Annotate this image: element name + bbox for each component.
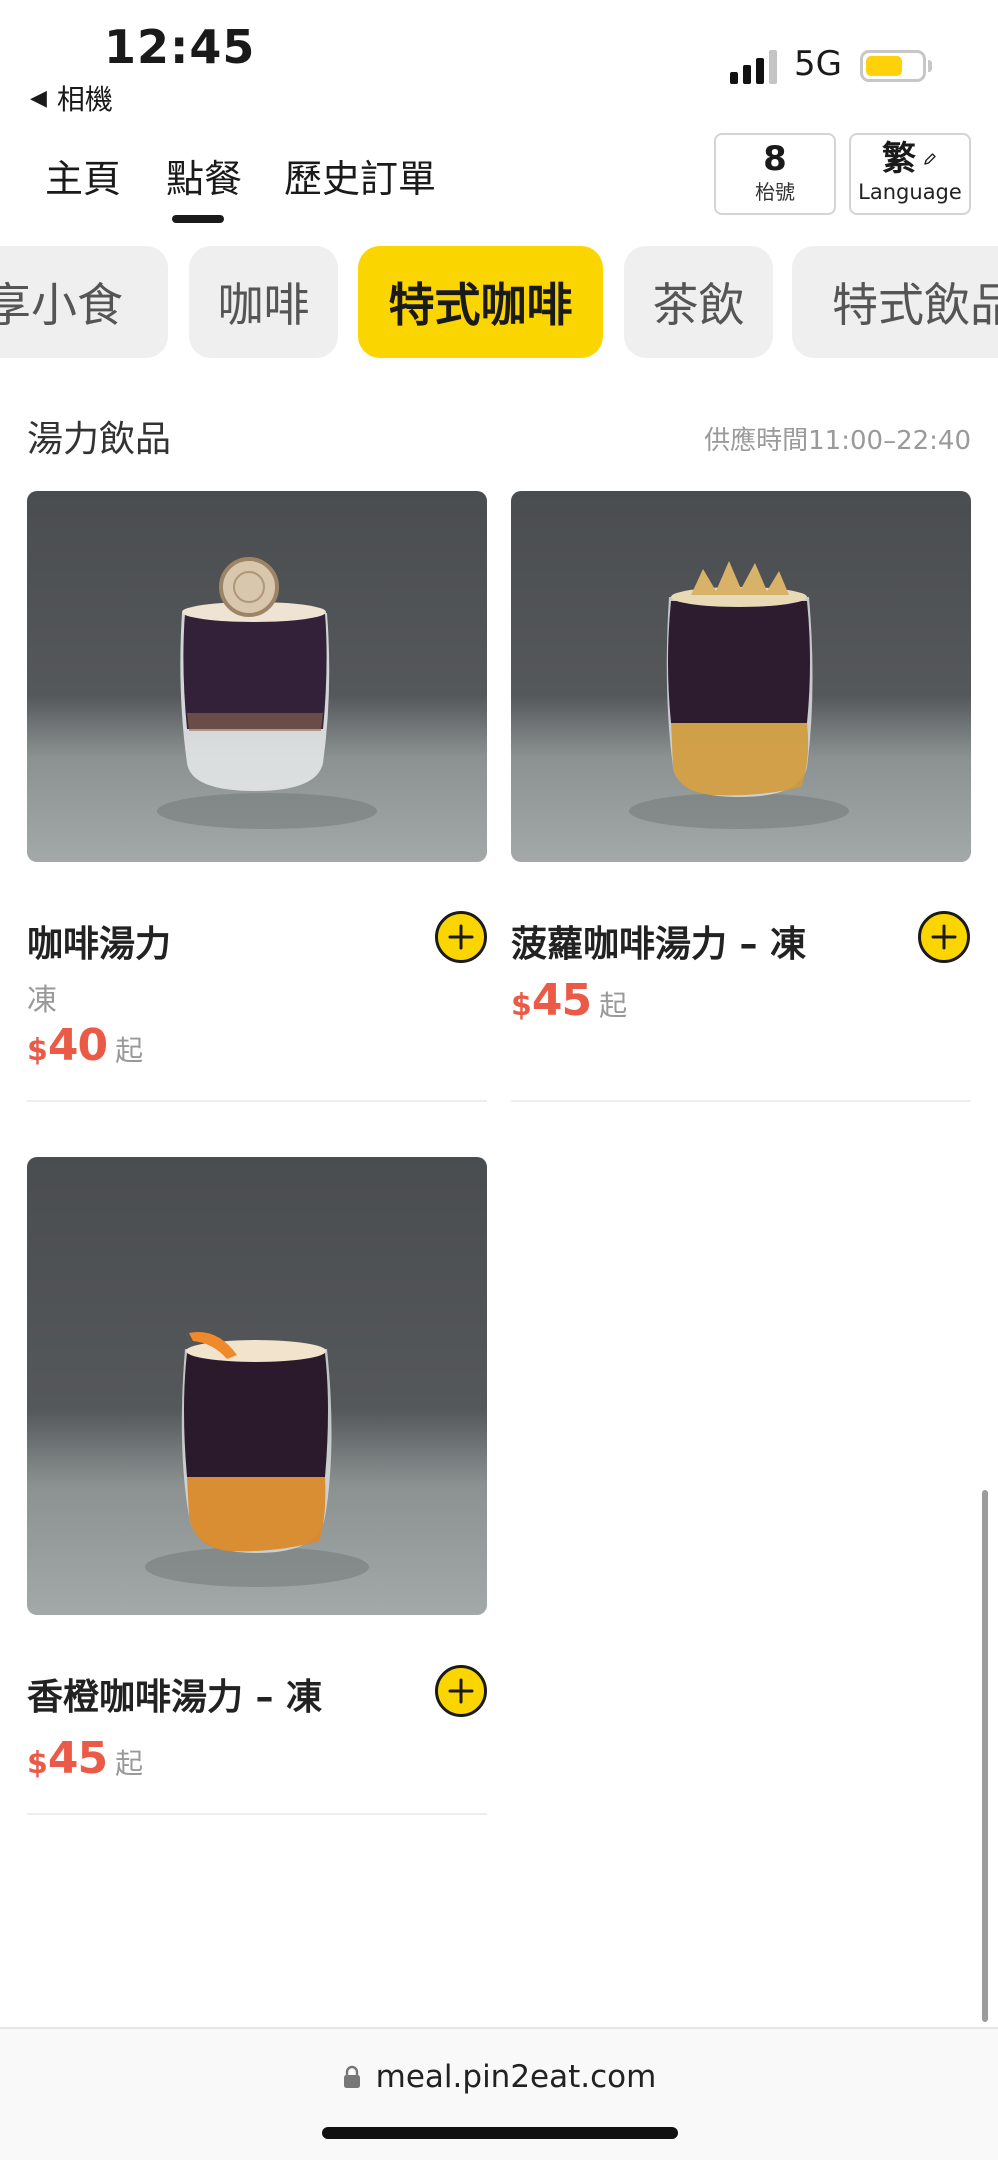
scrollbar[interactable] xyxy=(982,1490,988,2022)
product-image[interactable] xyxy=(27,491,487,862)
service-time: 供應時間11:00–22:40 xyxy=(704,426,971,456)
price-suffix: 起 xyxy=(115,1034,144,1067)
plus-icon xyxy=(448,1678,474,1704)
tab-home[interactable]: 主頁 xyxy=(45,148,121,203)
card-divider xyxy=(511,1100,971,1102)
category-chip-tea[interactable]: 茶飲 xyxy=(624,246,773,358)
price-value: 45 xyxy=(531,975,592,1026)
battery-fill xyxy=(866,56,902,76)
pineapple-coffee-tonic-photo xyxy=(629,561,849,829)
browser-bottom-bar: meal.pin2eat.com xyxy=(0,2027,998,2160)
price-value: 40 xyxy=(47,1020,108,1071)
product-price: $ 40 起 xyxy=(27,1020,143,1071)
add-to-cart-button[interactable] xyxy=(435,911,487,963)
orange-coffee-tonic-photo xyxy=(145,1331,369,1587)
active-tab-indicator xyxy=(172,215,224,223)
card-divider xyxy=(27,1100,487,1102)
url-text: meal.pin2eat.com xyxy=(375,2059,657,2095)
language-label: Language xyxy=(858,180,962,204)
product-name[interactable]: 菠蘿咖啡湯力 – 凍 xyxy=(511,915,806,967)
battery-cap xyxy=(928,60,932,72)
product-price: $ 45 起 xyxy=(511,975,627,1026)
plus-icon xyxy=(931,924,957,950)
battery-icon xyxy=(860,50,926,82)
back-app-label: 相機 xyxy=(56,83,113,116)
add-to-cart-button[interactable] xyxy=(435,1665,487,1717)
lock-icon xyxy=(343,2065,360,2088)
back-triangle-icon: ◀ xyxy=(30,85,47,111)
category-chip-specialty-drinks[interactable]: 特式飲品 xyxy=(792,246,998,358)
price-suffix: 起 xyxy=(599,989,628,1022)
product-name[interactable]: 咖啡湯力 xyxy=(27,915,171,967)
edit-pencil-icon xyxy=(924,153,936,165)
product-image[interactable] xyxy=(27,1157,487,1615)
price-currency: $ xyxy=(27,1746,48,1781)
product-subtitle: 凍 xyxy=(27,983,57,1018)
product-name[interactable]: 香橙咖啡湯力 – 凍 xyxy=(27,1668,322,1720)
table-number: 8 xyxy=(763,139,787,179)
price-currency: $ xyxy=(511,988,532,1023)
category-chip-coffee[interactable]: 咖啡 xyxy=(189,246,338,358)
category-bar: 享小食 咖啡 特式咖啡 茶飲 特式飲品 xyxy=(0,246,998,358)
add-to-cart-button[interactable] xyxy=(918,911,970,963)
price-value: 45 xyxy=(47,1733,108,1784)
cellular-signal-icon xyxy=(730,50,777,84)
card-divider xyxy=(27,1813,487,1815)
price-currency: $ xyxy=(27,1033,48,1068)
section-title: 湯力飲品 xyxy=(27,419,172,460)
current-language: 繁 xyxy=(882,139,916,179)
table-number-badge[interactable]: 8 枱號 xyxy=(714,133,836,215)
coffee-tonic-photo xyxy=(157,557,377,829)
status-time: 12:45 xyxy=(104,20,256,74)
language-button[interactable]: 繁 Language xyxy=(849,133,971,215)
url-field[interactable]: meal.pin2eat.com xyxy=(0,2059,998,2095)
category-chip-snacks[interactable]: 享小食 xyxy=(0,246,168,358)
price-suffix: 起 xyxy=(115,1747,144,1780)
table-number-label: 枱號 xyxy=(755,180,795,204)
network-type: 5G xyxy=(794,44,842,84)
back-to-app-link[interactable]: ◀ 相機 xyxy=(30,78,113,118)
tab-order-history[interactable]: 歷史訂單 xyxy=(284,148,436,203)
tab-order[interactable]: 點餐 xyxy=(166,148,242,203)
product-price: $ 45 起 xyxy=(27,1733,143,1784)
category-chip-specialty-coffee[interactable]: 特式咖啡 xyxy=(358,246,603,358)
plus-icon xyxy=(448,924,474,950)
home-indicator[interactable] xyxy=(322,2127,678,2139)
product-image[interactable] xyxy=(511,491,971,862)
